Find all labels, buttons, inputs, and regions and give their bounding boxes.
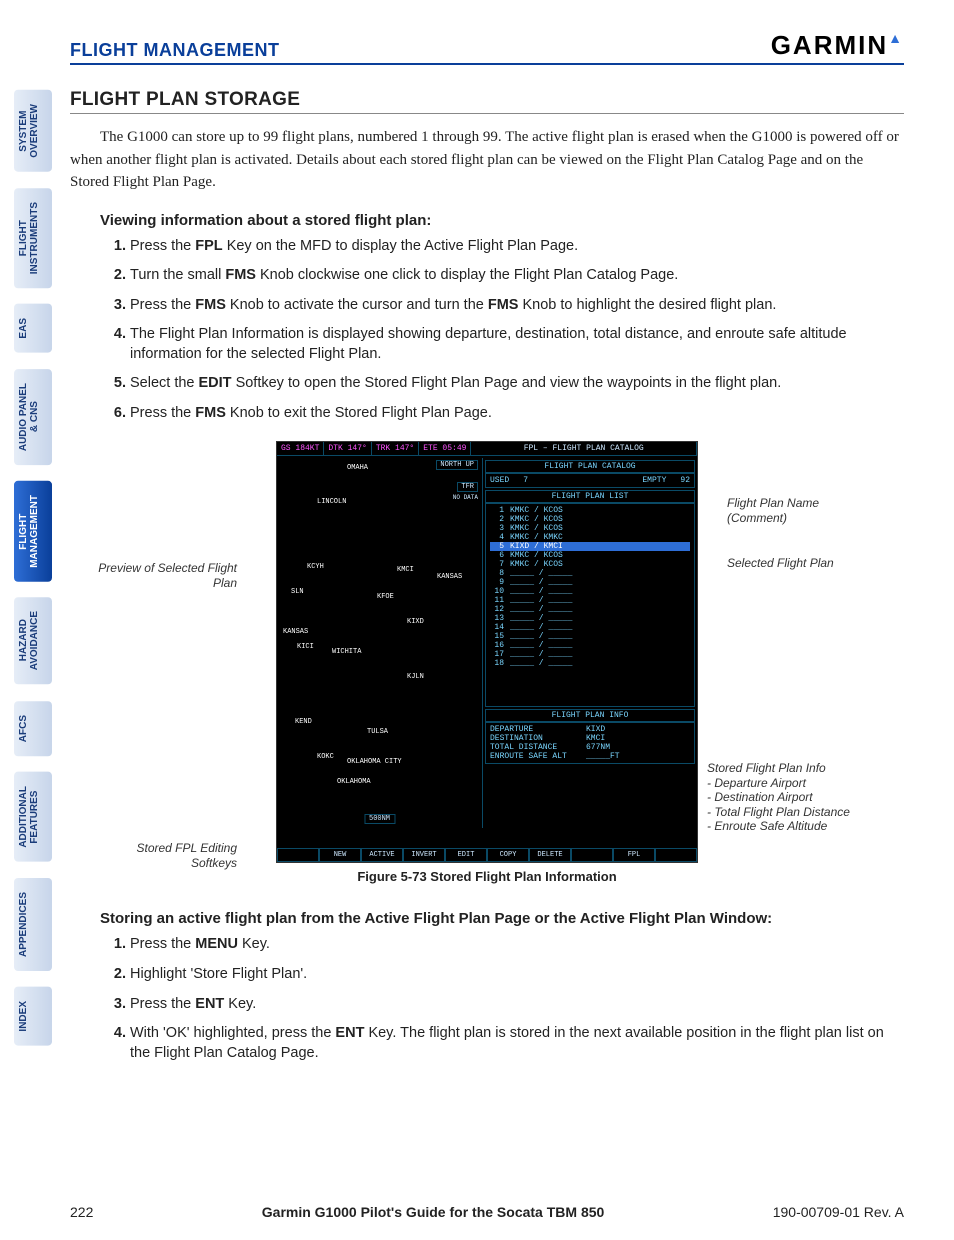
softkey[interactable] [655, 848, 697, 862]
nav-tab[interactable]: AUDIO PANEL & CNS [14, 369, 52, 465]
step-item: Press the FPL Key on the MFD to display … [130, 237, 904, 257]
softkey[interactable]: DELETE [529, 848, 571, 862]
callout-softkeys: Stored FPL Editing Softkeys [97, 841, 237, 870]
softkey[interactable]: FPL [613, 848, 655, 862]
step-item: With 'OK' highlighted, press the ENT Key… [130, 1024, 904, 1063]
softkey[interactable]: COPY [487, 848, 529, 862]
procedure-1-steps: Press the FPL Key on the MFD to display … [130, 237, 904, 424]
nav-tab[interactable]: ADDITIONAL FEATURES [14, 772, 52, 862]
step-item: Turn the small FMS Knob clockwise one cl… [130, 266, 904, 286]
page-footer: 222 Garmin G1000 Pilot's Guide for the S… [70, 1204, 904, 1220]
section-title: FLIGHT PLAN STORAGE [70, 89, 904, 114]
softkey[interactable] [571, 848, 613, 862]
garmin-logo: GARMIN▲ [771, 30, 904, 61]
nav-tab[interactable]: FLIGHT INSTRUMENTS [14, 188, 52, 288]
nav-tab[interactable]: EAS [14, 304, 52, 353]
nav-tab[interactable]: HAZARD AVOIDANCE [14, 597, 52, 684]
callout-selected: Selected Flight Plan [727, 556, 877, 570]
figure-5-73: Preview of Selected Flight Plan Stored F… [127, 441, 847, 884]
softkey[interactable]: INVERT [403, 848, 445, 862]
nav-tab[interactable]: INDEX [14, 987, 52, 1046]
callout-preview: Preview of Selected Flight Plan [97, 561, 237, 590]
figure-caption: Figure 5-73 Stored Flight Plan Informati… [127, 869, 847, 884]
nav-tab[interactable]: FLIGHT MANAGEMENT [14, 481, 52, 582]
page-header: FLIGHT MANAGEMENT GARMIN▲ [70, 30, 904, 65]
nav-tab[interactable]: SYSTEM OVERVIEW [14, 90, 52, 172]
step-item: Press the MENU Key. [130, 935, 904, 955]
footer-rev: 190-00709-01 Rev. A [773, 1204, 904, 1220]
step-item: Highlight 'Store Flight Plan'. [130, 965, 904, 985]
section-header: FLIGHT MANAGEMENT [70, 40, 279, 61]
procedure-1-title: Viewing information about a stored fligh… [100, 212, 904, 229]
step-item: Press the ENT Key. [130, 995, 904, 1015]
step-item: The Flight Plan Information is displayed… [130, 325, 904, 364]
callout-name: Flight Plan Name (Comment) [727, 496, 877, 525]
procedure-2-title: Storing an active flight plan from the A… [100, 910, 904, 927]
softkey[interactable]: NEW [319, 848, 361, 862]
page-number: 222 [70, 1204, 93, 1220]
softkey[interactable] [277, 848, 319, 862]
nav-tab[interactable]: APPENDICES [14, 878, 52, 971]
callout-info: Stored Flight Plan Info - Departure Airp… [707, 761, 877, 833]
procedure-2-steps: Press the MENU Key. Highlight 'Store Flig… [130, 935, 904, 1063]
footer-title: Garmin G1000 Pilot's Guide for the Socat… [262, 1204, 605, 1220]
softkey[interactable]: ACTIVE [361, 848, 403, 862]
nav-tab[interactable]: AFCS [14, 701, 52, 756]
side-nav-tabs: SYSTEM OVERVIEW FLIGHT INSTRUMENTS EAS AUDI… [14, 90, 52, 1045]
softkey[interactable]: EDIT [445, 848, 487, 862]
intro-paragraph: The G1000 can store up to 99 flight plan… [70, 126, 904, 194]
g1000-screen: GS 184KT DTK 147° TRK 147° ETE 05:49 FPL… [276, 441, 698, 863]
step-item: Select the EDIT Softkey to open the Stor… [130, 374, 904, 394]
step-item: Press the FMS Knob to activate the curso… [130, 296, 904, 316]
step-item: Press the FMS Knob to exit the Stored Fl… [130, 404, 904, 424]
